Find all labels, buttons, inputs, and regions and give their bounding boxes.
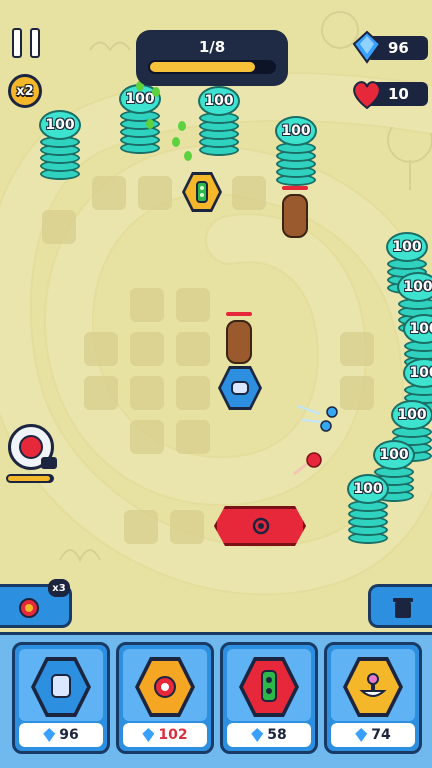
price-tag: 58 [227, 723, 311, 747]
target-icon [154, 676, 176, 698]
stack-hp-label: 100 [391, 400, 432, 430]
price-value: 58 [267, 727, 287, 743]
spawn-progress [6, 474, 54, 483]
gem-count: 96 [388, 39, 409, 57]
gem-icon [355, 728, 368, 742]
build-slot[interactable] [340, 376, 374, 410]
stack-hp-label: 100 [347, 474, 389, 504]
build-slot[interactable] [130, 288, 164, 322]
wave-progress-track [148, 60, 276, 74]
stack-hp-label: 100 [198, 86, 240, 116]
build-slot[interactable] [170, 510, 204, 544]
build-slot[interactable] [176, 332, 210, 366]
speed-label: x2 [16, 83, 34, 99]
build-slot[interactable] [176, 376, 210, 410]
gem-icon [352, 30, 382, 64]
build-slot[interactable] [232, 176, 266, 210]
enemy-health-bar [282, 186, 308, 190]
wave-progress-fill [150, 62, 256, 72]
trash-icon [393, 598, 413, 618]
ability-count-badge: x3 [48, 579, 70, 597]
speed-toggle-button[interactable]: x2 [8, 74, 42, 108]
turret-spawn[interactable] [8, 424, 57, 470]
wave-panel: 1/8 [136, 30, 288, 86]
enemy-barrel[interactable] [282, 194, 308, 238]
target-icon [252, 517, 270, 535]
wave-counter: 1/8 [198, 38, 226, 56]
gem-icon [142, 728, 155, 742]
shop-card-yellow[interactable]: 74 [324, 642, 422, 754]
enemy-barrel[interactable] [226, 320, 252, 364]
red-bullet-icon [293, 452, 322, 476]
enemy-health-bar [226, 312, 252, 316]
shop-card-red[interactable]: 58 [220, 642, 318, 754]
trash-button[interactable] [368, 584, 432, 628]
stack-hp-label: 100 [39, 110, 81, 140]
build-slot[interactable] [130, 332, 164, 366]
game-stage: 100 100 100 100 100 100 100 100 100 100 … [0, 0, 432, 768]
cannon-icon [51, 674, 71, 698]
traffic-light-icon [261, 670, 277, 702]
heart-icon [353, 81, 381, 110]
traffic-light-icon [196, 181, 208, 203]
build-slot[interactable] [42, 210, 76, 244]
price-value: 74 [371, 727, 391, 743]
price-tag: 102 [123, 723, 207, 747]
build-slot[interactable] [84, 332, 118, 366]
build-slot[interactable] [130, 420, 164, 454]
build-slot[interactable] [138, 176, 172, 210]
stack-hp-label: 100 [373, 440, 415, 470]
price-tag: 74 [331, 723, 415, 747]
price-value: 96 [59, 727, 79, 743]
ability-button[interactable]: x3 [0, 579, 72, 628]
build-slot[interactable] [124, 510, 158, 544]
price-tag: 96 [19, 723, 103, 747]
build-slot[interactable] [340, 332, 374, 366]
deploy-button[interactable] [214, 506, 306, 546]
stack-hp-label: 100 [386, 232, 428, 262]
gem-icon [43, 728, 56, 742]
stack-hp-label: 100 [275, 116, 317, 146]
shop-card-orange[interactable]: 102 [116, 642, 214, 754]
price-value: 102 [158, 727, 188, 743]
pause-button[interactable] [10, 26, 44, 60]
lives-count: 10 [388, 85, 409, 103]
plunger-icon [359, 673, 387, 697]
shop-card-blue[interactable]: 96 [12, 642, 110, 754]
green-bullets-icon [136, 81, 192, 161]
stack-hp-label: 100 [397, 272, 432, 302]
cannon-icon [231, 381, 249, 395]
build-slot[interactable] [84, 376, 118, 410]
video-ad-icon [41, 457, 57, 469]
build-slot[interactable] [92, 176, 126, 210]
build-slot[interactable] [130, 376, 164, 410]
build-slot[interactable] [176, 420, 210, 454]
bomb-icon [19, 598, 39, 618]
gem-icon [251, 728, 264, 742]
blue-bullets-icon [297, 405, 338, 432]
build-slot[interactable] [176, 288, 210, 322]
